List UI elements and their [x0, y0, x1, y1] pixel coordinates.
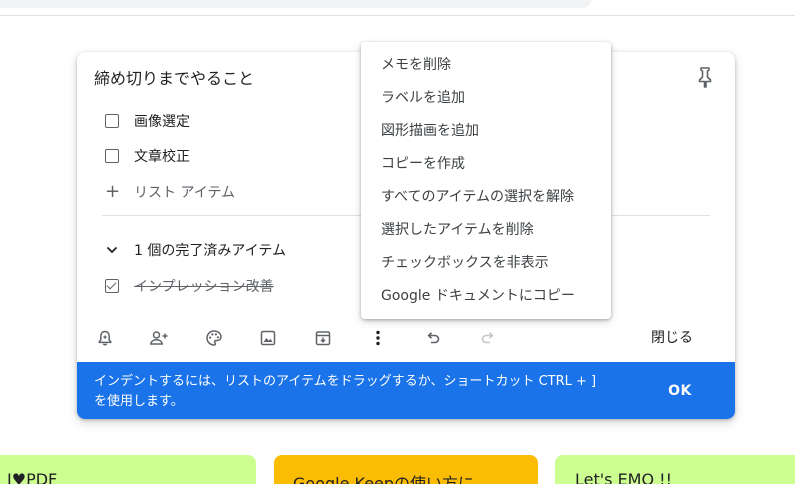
- list-item-label[interactable]: インプレッション改善: [134, 276, 274, 296]
- archive-icon[interactable]: [310, 325, 336, 351]
- more-options-menu: メモを削除 ラベルを追加 図形描画を追加 コピーを作成 すべてのアイテムの選択を…: [361, 42, 611, 319]
- more-icon[interactable]: [365, 325, 391, 351]
- menu-item-make-copy[interactable]: コピーを作成: [361, 148, 611, 181]
- completed-list-item[interactable]: インプレッション改善: [105, 275, 274, 297]
- close-button[interactable]: 閉じる: [637, 323, 707, 351]
- snackbar-message-line: インデントするには、リストのアイテムをドラッグするか、ショートカット CTRL …: [94, 374, 597, 389]
- completed-items-toggle[interactable]: 1 個の完了済みアイテム: [105, 239, 286, 261]
- note-card[interactable]: I♥PDF: [0, 455, 256, 484]
- note-title[interactable]: 締め切りまでやること: [94, 65, 254, 89]
- list-item-label[interactable]: 文章校正: [134, 146, 190, 166]
- chevron-down-icon[interactable]: [105, 243, 119, 257]
- palette-icon[interactable]: [201, 325, 227, 351]
- menu-item-delete-note[interactable]: メモを削除: [361, 49, 611, 82]
- note-card-title[interactable]: Let's EMO !!: [575, 470, 672, 484]
- snackbar-ok-button[interactable]: OK: [662, 378, 698, 404]
- redo-icon[interactable]: [475, 325, 501, 351]
- undo-icon[interactable]: [420, 325, 446, 351]
- list-item[interactable]: 画像選定: [105, 110, 190, 132]
- menu-item-add-label[interactable]: ラベルを追加: [361, 82, 611, 115]
- image-icon[interactable]: [255, 325, 281, 351]
- note-card-title[interactable]: Google Keepの使い方に: [293, 470, 474, 484]
- menu-item-copy-to-docs[interactable]: Google ドキュメントにコピー: [361, 280, 611, 313]
- list-item-label[interactable]: 画像選定: [134, 111, 190, 131]
- note-card[interactable]: Let's EMO !!: [555, 455, 795, 484]
- completed-header-label: 1 個の完了済みアイテム: [134, 243, 286, 259]
- add-item-placeholder[interactable]: リスト アイテム: [134, 182, 235, 202]
- snackbar-message: インデントするには、リストのアイテムをドラッグするか、ショートカット CTRL …: [94, 372, 654, 412]
- menu-item-add-drawing[interactable]: 図形描画を追加: [361, 115, 611, 148]
- search-bar[interactable]: [0, 0, 592, 8]
- menu-item-hide-checkboxes[interactable]: チェックボックスを非表示: [361, 247, 611, 280]
- pin-icon[interactable]: [694, 65, 716, 89]
- note-card[interactable]: Google Keepの使い方に: [274, 455, 538, 484]
- snackbar-message-line: を使用します。: [94, 394, 184, 409]
- add-list-item[interactable]: + リスト アイテム: [105, 181, 235, 203]
- menu-item-uncheck-all[interactable]: すべてのアイテムの選択を解除: [361, 181, 611, 214]
- reminder-icon[interactable]: [92, 325, 118, 351]
- collaborator-icon[interactable]: [146, 325, 172, 351]
- plus-icon: +: [105, 181, 121, 202]
- list-item[interactable]: 文章校正: [105, 145, 190, 167]
- snackbar: インデントするには、リストのアイテムをドラッグするか、ショートカット CTRL …: [77, 362, 735, 419]
- note-card-title[interactable]: I♥PDF: [7, 470, 57, 484]
- menu-item-delete-checked[interactable]: 選択したアイテムを削除: [361, 214, 611, 247]
- top-bar: [0, 0, 795, 16]
- checkbox[interactable]: [105, 149, 119, 163]
- checkbox[interactable]: [105, 114, 119, 128]
- checkbox-checked[interactable]: [105, 279, 119, 293]
